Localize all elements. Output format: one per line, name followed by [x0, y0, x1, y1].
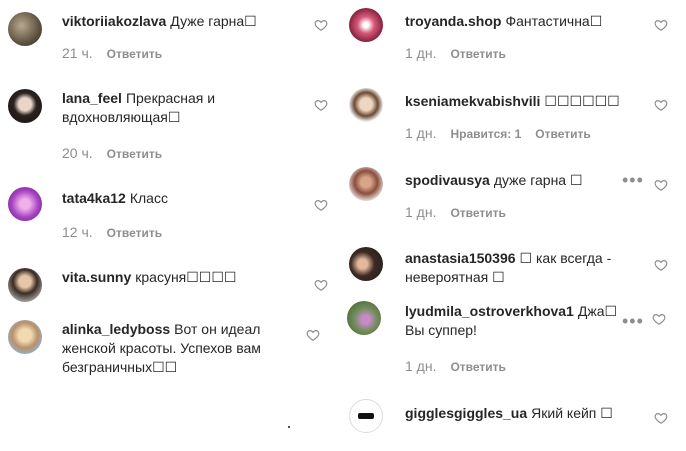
comment-timestamp[interactable]: 1 дн. — [405, 125, 436, 141]
comment-meta: 12 ч. Ответить — [62, 224, 162, 240]
comment-username[interactable]: kseniamekvabishvili — [405, 93, 540, 109]
comment-text-block: kseniamekvabishvili ☐☐☐☐☐☐ — [405, 92, 637, 111]
heart-outline-icon[interactable] — [314, 18, 328, 32]
comment-username[interactable]: gigglesgiggles_ua — [405, 405, 527, 421]
comment-username[interactable]: troyanda.shop — [405, 13, 501, 29]
comment-body: Фантастична☐ — [505, 13, 603, 29]
comment-text-block: viktoriiakozlava Дуже гарна☐ — [62, 12, 294, 31]
comment-meta: 1 дн. Ответить — [405, 45, 506, 61]
heart-outline-icon[interactable] — [314, 198, 328, 212]
comment-meta: 1 дн. Нравится: 1 Ответить — [405, 125, 591, 141]
comment-text-block: lana_feel Прекрасная и вдохновляющая☐ — [62, 89, 294, 127]
stray-dot — [288, 426, 290, 428]
heart-outline-icon[interactable] — [654, 258, 668, 272]
comment-text-block: anastasia150396 ☐ как всегда - невероятна… — [405, 249, 637, 287]
reply-button[interactable]: Ответить — [107, 226, 162, 240]
comment-body: Який кейп ☐ — [531, 405, 613, 421]
comment-text-block: lyudmila_ostroverkhova1 Джа☐ Вы суппер! — [405, 302, 619, 340]
avatar[interactable] — [8, 187, 42, 221]
comment-meta: 1 дн. Ответить — [405, 204, 506, 220]
comment-text-block: troyanda.shop Фантастична☐ — [405, 12, 637, 31]
reply-button[interactable]: Ответить — [107, 147, 162, 161]
comment-body: красуня☐☐☐☐ — [135, 269, 237, 285]
comment-timestamp[interactable]: 1 дн. — [405, 45, 436, 61]
comment-timestamp[interactable]: 1 дн. — [405, 358, 436, 374]
reply-button[interactable]: Ответить — [450, 206, 505, 220]
comment-timestamp[interactable]: 20 ч. — [62, 145, 93, 161]
heart-outline-icon[interactable] — [306, 328, 320, 342]
more-options-icon[interactable]: ••• — [622, 171, 644, 189]
reply-button[interactable]: Ответить — [535, 127, 590, 141]
heart-outline-icon[interactable] — [654, 411, 668, 425]
comment-body: дуже гарна ☐ — [493, 172, 583, 188]
reply-button[interactable]: Ответить — [450, 360, 505, 374]
comment-body: Класс — [129, 190, 168, 206]
heart-outline-icon[interactable] — [652, 312, 666, 326]
avatar[interactable] — [8, 12, 42, 46]
comment-meta: 20 ч. Ответить — [62, 145, 162, 161]
avatar[interactable] — [349, 399, 383, 433]
avatar[interactable] — [8, 89, 42, 123]
heart-outline-icon[interactable] — [314, 278, 328, 292]
avatar[interactable] — [347, 301, 381, 335]
comment-username[interactable]: alinka_ledyboss — [62, 321, 170, 337]
comment-text-block: alinka_ledyboss Вот он идеал женской крас… — [62, 320, 294, 377]
heart-outline-icon[interactable] — [654, 18, 668, 32]
avatar[interactable] — [349, 167, 383, 201]
comment-username[interactable]: spodivausya — [405, 172, 490, 188]
comment-username[interactable]: anastasia150396 — [405, 250, 516, 266]
avatar[interactable] — [8, 320, 42, 354]
reply-button[interactable]: Ответить — [450, 47, 505, 61]
comment-timestamp[interactable]: 21 ч. — [62, 45, 93, 61]
avatar[interactable] — [349, 8, 383, 42]
avatar[interactable] — [349, 247, 383, 281]
comment-text-block: vita.sunny красуня☐☐☐☐ — [62, 268, 294, 287]
comment-text-block: tata4ka12 Класс — [62, 189, 294, 208]
reply-button[interactable]: Ответить — [107, 47, 162, 61]
heart-outline-icon[interactable] — [654, 178, 668, 192]
comment-username[interactable]: lyudmila_ostroverkhova1 — [405, 303, 574, 319]
comment-body: ☐☐☐☐☐☐ — [544, 93, 620, 109]
heart-outline-icon[interactable] — [314, 98, 328, 112]
comment-username[interactable]: lana_feel — [62, 90, 122, 106]
comment-timestamp[interactable]: 1 дн. — [405, 204, 436, 220]
comment-body: Дуже гарна☐ — [170, 13, 257, 29]
avatar[interactable] — [8, 268, 42, 302]
likes-count-button[interactable]: Нравится: 1 — [450, 127, 521, 141]
comment-username[interactable]: viktoriiakozlava — [62, 13, 166, 29]
comment-username[interactable]: tata4ka12 — [62, 190, 126, 206]
comment-meta: 21 ч. Ответить — [62, 45, 162, 61]
more-options-icon[interactable]: ••• — [622, 312, 644, 330]
comment-text-block: spodivausya дуже гарна ☐ — [405, 171, 637, 190]
comment-meta: 1 дн. Ответить — [405, 358, 506, 374]
avatar[interactable] — [349, 88, 383, 122]
comment-text-block: gigglesgiggles_ua Який кейп ☐ — [405, 404, 637, 423]
comment-timestamp[interactable]: 12 ч. — [62, 224, 93, 240]
comment-username[interactable]: vita.sunny — [62, 269, 131, 285]
heart-outline-icon[interactable] — [654, 98, 668, 112]
